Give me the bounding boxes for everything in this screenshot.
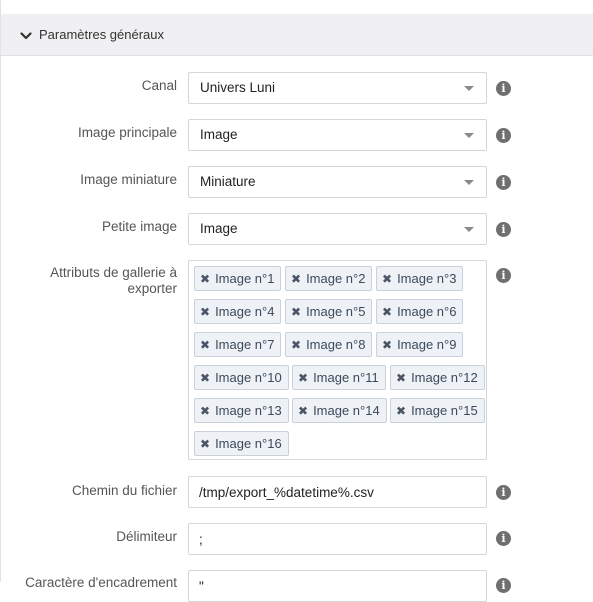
caret-down-icon <box>464 180 474 185</box>
tag-label: Image n°4 <box>215 304 275 319</box>
delimiteur-label: Délimiteur <box>116 529 177 544</box>
remove-tag-icon[interactable]: ✖ <box>200 371 210 385</box>
chemin-input[interactable] <box>188 476 487 508</box>
section-title: Paramètres généraux <box>39 27 165 42</box>
gallery-tag: ✖ Image n°8 <box>285 332 373 357</box>
caret-down-icon <box>464 133 474 138</box>
gallery-label-line2: exporter <box>127 281 177 296</box>
gallery-tag: ✖ Image n°2 <box>285 266 373 291</box>
tag-label: Image n°10 <box>215 370 282 385</box>
info-icon[interactable]: i <box>496 531 511 546</box>
image-miniature-select[interactable]: Miniature <box>188 166 487 198</box>
tag-label: Image n°3 <box>397 271 457 286</box>
canal-label: Canal <box>141 78 177 93</box>
remove-tag-icon[interactable]: ✖ <box>291 305 301 319</box>
section-header[interactable]: Paramètres généraux <box>1 14 593 56</box>
remove-tag-icon[interactable]: ✖ <box>291 272 301 286</box>
tag-label: Image n°9 <box>397 337 457 352</box>
tag-label: Image n°15 <box>411 403 478 418</box>
caret-down-icon <box>464 227 474 232</box>
gallery-tag: ✖ Image n°16 <box>194 431 289 456</box>
image-miniature-label: Image miniature <box>80 172 177 187</box>
remove-tag-icon[interactable]: ✖ <box>382 272 392 286</box>
canal-value: Univers Luni <box>200 80 276 95</box>
image-principale-select[interactable]: Image <box>188 119 487 151</box>
info-icon[interactable]: i <box>496 81 511 96</box>
remove-tag-icon[interactable]: ✖ <box>382 305 392 319</box>
gallery-multiselect[interactable]: ✖ Image n°1 ✖ Image n°2 ✖ Image n°3 ✖ Image … <box>188 260 487 460</box>
tag-label: Image n°14 <box>313 403 380 418</box>
encadrement-input[interactable] <box>188 570 487 602</box>
remove-tag-icon[interactable]: ✖ <box>298 371 308 385</box>
tag-label: Image n°7 <box>215 337 275 352</box>
image-principale-label: Image principale <box>77 125 177 140</box>
remove-tag-icon[interactable]: ✖ <box>200 272 210 286</box>
image-principale-dropdown-toggle[interactable] <box>453 120 486 150</box>
gallery-tag: ✖ Image n°15 <box>390 398 485 423</box>
encadrement-label: Caractère d'encadrement <box>25 575 177 590</box>
gallery-tag: ✖ Image n°12 <box>390 365 485 390</box>
info-icon[interactable]: i <box>496 485 511 500</box>
tag-label: Image n°2 <box>306 271 366 286</box>
gallery-tag: ✖ Image n°6 <box>376 299 464 324</box>
remove-tag-icon[interactable]: ✖ <box>298 404 308 418</box>
gallery-tag: ✖ Image n°3 <box>376 266 464 291</box>
tag-label: Image n°16 <box>215 436 282 451</box>
image-principale-value: Image <box>200 127 238 142</box>
gallery-tag: ✖ Image n°7 <box>194 332 282 357</box>
gallery-tag: ✖ Image n°11 <box>292 365 386 390</box>
petite-image-value: Image <box>200 221 238 236</box>
petite-image-select[interactable]: Image <box>188 213 487 245</box>
petite-image-dropdown-toggle[interactable] <box>453 214 486 244</box>
image-miniature-dropdown-toggle[interactable] <box>453 167 486 197</box>
gallery-tag: ✖ Image n°1 <box>194 266 282 291</box>
tag-label: Image n°1 <box>215 271 275 286</box>
gallery-tag: ✖ Image n°9 <box>376 332 464 357</box>
tag-label: Image n°8 <box>306 337 366 352</box>
tag-label: Image n°5 <box>306 304 366 319</box>
gallery-tag: ✖ Image n°13 <box>194 398 289 423</box>
remove-tag-icon[interactable]: ✖ <box>200 404 210 418</box>
tag-label: Image n°6 <box>397 304 457 319</box>
gallery-tag: ✖ Image n°4 <box>194 299 282 324</box>
chevron-down-icon[interactable] <box>20 29 32 41</box>
delimiteur-input[interactable] <box>188 523 487 555</box>
info-icon[interactable]: i <box>496 578 511 593</box>
remove-tag-icon[interactable]: ✖ <box>396 404 406 418</box>
chemin-label: Chemin du fichier <box>71 483 177 498</box>
settings-panel: Paramètres généraux Canal Univers Luni i… <box>0 0 593 602</box>
remove-tag-icon[interactable]: ✖ <box>200 305 210 319</box>
tag-label: Image n°11 <box>313 370 379 385</box>
remove-tag-icon[interactable]: ✖ <box>200 338 210 352</box>
image-miniature-value: Miniature <box>200 174 256 189</box>
remove-tag-icon[interactable]: ✖ <box>291 338 301 352</box>
tag-label: Image n°13 <box>215 403 282 418</box>
gallery-tag: ✖ Image n°10 <box>194 365 289 390</box>
info-icon[interactable]: i <box>496 175 511 190</box>
gallery-tag: ✖ Image n°14 <box>292 398 387 423</box>
info-icon[interactable]: i <box>496 128 511 143</box>
canal-dropdown-toggle[interactable] <box>453 73 486 103</box>
tag-label: Image n°12 <box>411 370 478 385</box>
canal-select[interactable]: Univers Luni <box>188 72 487 104</box>
gallery-tag: ✖ Image n°5 <box>285 299 373 324</box>
petite-image-label: Petite image <box>101 219 177 234</box>
remove-tag-icon[interactable]: ✖ <box>396 371 406 385</box>
remove-tag-icon[interactable]: ✖ <box>382 338 392 352</box>
info-icon[interactable]: i <box>496 222 511 237</box>
caret-down-icon <box>464 86 474 91</box>
remove-tag-icon[interactable]: ✖ <box>200 437 210 451</box>
info-icon[interactable]: i <box>496 268 511 283</box>
